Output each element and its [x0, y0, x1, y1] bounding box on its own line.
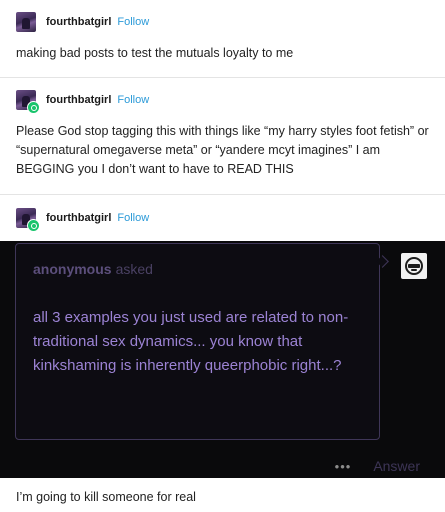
- online-badge-icon: [27, 101, 40, 114]
- ask-bubble: anonymous asked all 3 examples you just u…: [15, 243, 380, 440]
- follow-button[interactable]: Follow: [117, 212, 149, 224]
- post-header: fourthbatgirl Follow: [16, 207, 149, 232]
- post-body: making bad posts to test the mutuals loy…: [16, 46, 294, 60]
- follow-button[interactable]: Follow: [117, 94, 149, 106]
- follow-button[interactable]: Follow: [117, 16, 149, 28]
- user-avatar-icon[interactable]: [16, 208, 40, 232]
- post-divider: [0, 77, 445, 78]
- ask-question: all 3 examples you just used are related…: [33, 309, 349, 374]
- username[interactable]: fourthbatgirl: [46, 94, 111, 106]
- post-divider: [0, 194, 445, 195]
- username[interactable]: fourthbatgirl: [46, 16, 111, 28]
- asker-line: anonymous asked: [33, 261, 153, 277]
- more-options-icon[interactable]: •••: [335, 459, 352, 474]
- answer-button[interactable]: Answer: [373, 458, 420, 474]
- user-avatar-icon[interactable]: [16, 90, 40, 114]
- asker-name[interactable]: anonymous: [33, 261, 112, 277]
- ask-panel: anonymous asked all 3 examples you just u…: [0, 241, 445, 478]
- user-avatar-icon[interactable]: [16, 12, 36, 32]
- post-body: Please God stop tagging this with things…: [16, 124, 429, 176]
- username[interactable]: fourthbatgirl: [46, 212, 111, 224]
- post-header: fourthbatgirl Follow: [16, 11, 149, 33]
- online-badge-icon: [27, 219, 40, 232]
- asked-label: asked: [115, 261, 153, 277]
- reply-text: I’m going to kill someone for real: [16, 490, 196, 504]
- post-header: fourthbatgirl Follow: [16, 89, 149, 114]
- anonymous-avatar-icon: [401, 253, 427, 279]
- ask-footer: ••• Answer: [335, 458, 420, 474]
